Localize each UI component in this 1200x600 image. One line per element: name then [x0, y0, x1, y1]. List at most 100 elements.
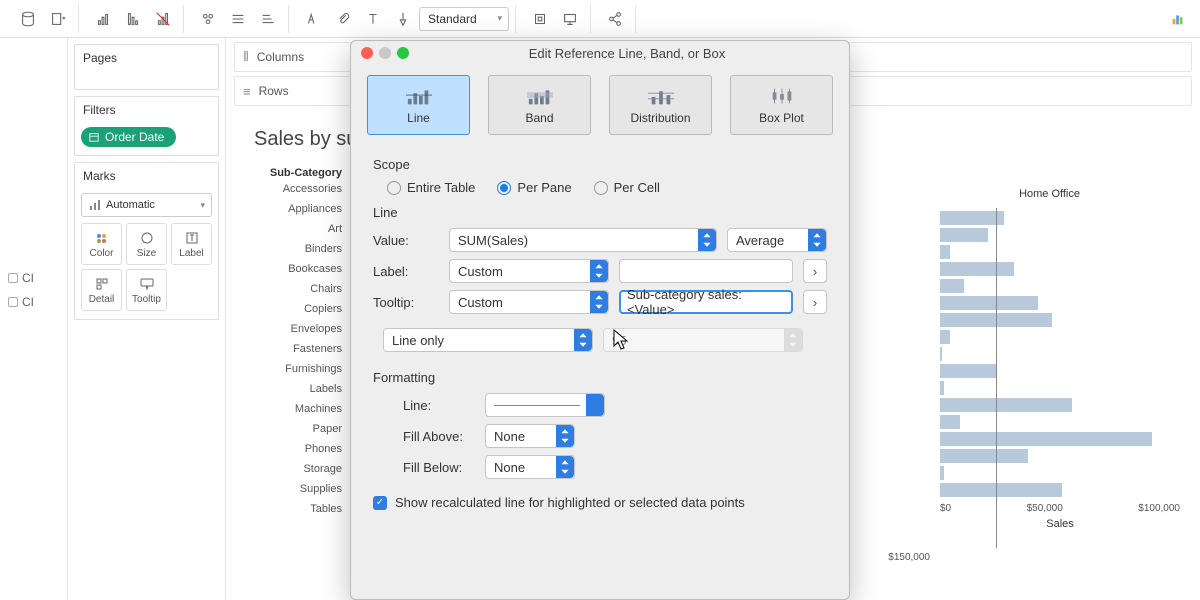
row-label: Tables [242, 503, 342, 523]
row-label: Binders [242, 243, 342, 263]
bar[interactable] [940, 296, 1038, 310]
bar[interactable] [940, 466, 944, 480]
marks-color[interactable]: Color [81, 223, 122, 265]
scope-per-pane[interactable]: Per Pane [497, 180, 571, 195]
recalc-label: Show recalculated line for highlighted o… [395, 495, 745, 510]
tab-box-plot[interactable]: Box Plot [730, 75, 833, 135]
filter-pill-order-date[interactable]: Order Date [81, 127, 176, 147]
tooltip-label: Tooltip: [373, 295, 439, 310]
bar[interactable] [940, 245, 950, 259]
presentation-icon[interactable] [556, 5, 584, 33]
color-icon [94, 230, 110, 246]
pages-shelf[interactable]: Pages [74, 44, 219, 90]
fill-above-select[interactable]: None [485, 424, 575, 448]
row-label: Storage [242, 463, 342, 483]
fill-below-select[interactable]: None [485, 455, 575, 479]
calendar-icon [89, 132, 99, 142]
sort-asc-icon[interactable] [119, 5, 147, 33]
tab-band[interactable]: Band [488, 75, 591, 135]
row-label: Machines [242, 403, 342, 423]
formatting-heading: Formatting [373, 370, 827, 385]
label-icon [184, 230, 200, 246]
row-label: Envelopes [242, 323, 342, 343]
bar[interactable] [940, 211, 1004, 225]
row-label: Appliances [242, 203, 342, 223]
tab-line[interactable]: Line [367, 75, 470, 135]
data-pane-strip: CI CI [0, 38, 68, 600]
new-worksheet-icon[interactable] [44, 5, 72, 33]
bar[interactable] [940, 262, 1014, 276]
measure-item[interactable]: CI [4, 266, 63, 290]
line-style-select[interactable] [485, 393, 605, 417]
share-icon[interactable] [601, 5, 629, 33]
filters-shelf[interactable]: Filters Order Date [74, 96, 219, 156]
tooltip-type-select[interactable]: Custom [449, 290, 609, 314]
totals-icon[interactable] [224, 5, 252, 33]
bar[interactable] [940, 347, 942, 361]
row-label: Chairs [242, 283, 342, 303]
fit-icon[interactable] [526, 5, 554, 33]
marks-label[interactable]: Label [171, 223, 212, 265]
window-close-icon[interactable] [361, 47, 373, 59]
edit-reference-line-dialog: Edit Reference Line, Band, or Box Line B… [350, 40, 850, 600]
data-source-icon[interactable] [14, 5, 42, 33]
confidence-select: 95 [603, 328, 803, 352]
fmt-above-label: Fill Above: [403, 429, 475, 444]
marks-detail[interactable]: Detail [81, 269, 122, 311]
scope-entire-table[interactable]: Entire Table [387, 180, 475, 195]
text-icon[interactable] [359, 5, 387, 33]
row-label: Paper [242, 423, 342, 443]
reference-line [996, 208, 997, 548]
marks-card: Marks Automatic Color Size Label Detail … [74, 162, 219, 320]
format-select[interactable]: Standard [419, 7, 509, 31]
bar[interactable] [940, 330, 950, 344]
dialog-titlebar[interactable]: Edit Reference Line, Band, or Box [351, 41, 849, 65]
axis-tick-left: $150,000 [888, 552, 930, 563]
bar[interactable] [940, 449, 1028, 463]
bar[interactable] [940, 483, 1062, 497]
dialog-title: Edit Reference Line, Band, or Box [415, 46, 839, 61]
bar[interactable] [940, 398, 1072, 412]
attach-icon[interactable] [329, 5, 357, 33]
bar[interactable] [940, 415, 960, 429]
value-agg-select[interactable]: Average [727, 228, 827, 252]
line-only-select[interactable]: Line only [383, 328, 593, 352]
bar[interactable] [940, 279, 964, 293]
label-type-select[interactable]: Custom [449, 259, 609, 283]
bar[interactable] [940, 432, 1152, 446]
tooltip-insert-button[interactable]: › [803, 290, 827, 314]
row-label: Phones [242, 443, 342, 463]
tooltip-icon [139, 276, 155, 292]
swap-icon[interactable] [89, 5, 117, 33]
detail-icon [94, 276, 110, 292]
tab-distribution[interactable]: Distribution [609, 75, 712, 135]
show-me-icon[interactable] [1164, 5, 1192, 33]
abc-icon[interactable] [254, 5, 282, 33]
line-heading: Line [373, 205, 827, 220]
bar[interactable] [940, 364, 996, 378]
label-insert-button[interactable]: › [803, 259, 827, 283]
measure-item[interactable]: CI [4, 290, 63, 314]
top-toolbar: Standard [0, 0, 1200, 38]
bar[interactable] [940, 228, 988, 242]
columns-icon: ⦀ [243, 49, 249, 65]
marks-type-select[interactable]: Automatic [81, 193, 212, 217]
row-label: Supplies [242, 483, 342, 503]
group-icon[interactable] [194, 5, 222, 33]
pin-icon[interactable] [389, 5, 417, 33]
row-label: Furnishings [242, 363, 342, 383]
label-text-input[interactable] [619, 259, 793, 283]
value-field-select[interactable]: SUM(Sales) [449, 228, 717, 252]
recalc-checkbox[interactable]: ✓ [373, 496, 387, 510]
sort-desc-icon[interactable] [149, 5, 177, 33]
scope-per-cell[interactable]: Per Cell [594, 180, 660, 195]
axis-ticks: $0 $50,000 $100,000 [940, 503, 1180, 514]
row-label: Bookcases [242, 263, 342, 283]
highlight-icon[interactable] [299, 5, 327, 33]
window-zoom-icon[interactable] [397, 47, 409, 59]
row-label: Labels [242, 383, 342, 403]
tooltip-text-input[interactable]: Sub-category sales:<Value> [619, 290, 793, 314]
bar[interactable] [940, 381, 944, 395]
marks-tooltip[interactable]: Tooltip [126, 269, 167, 311]
marks-size[interactable]: Size [126, 223, 167, 265]
